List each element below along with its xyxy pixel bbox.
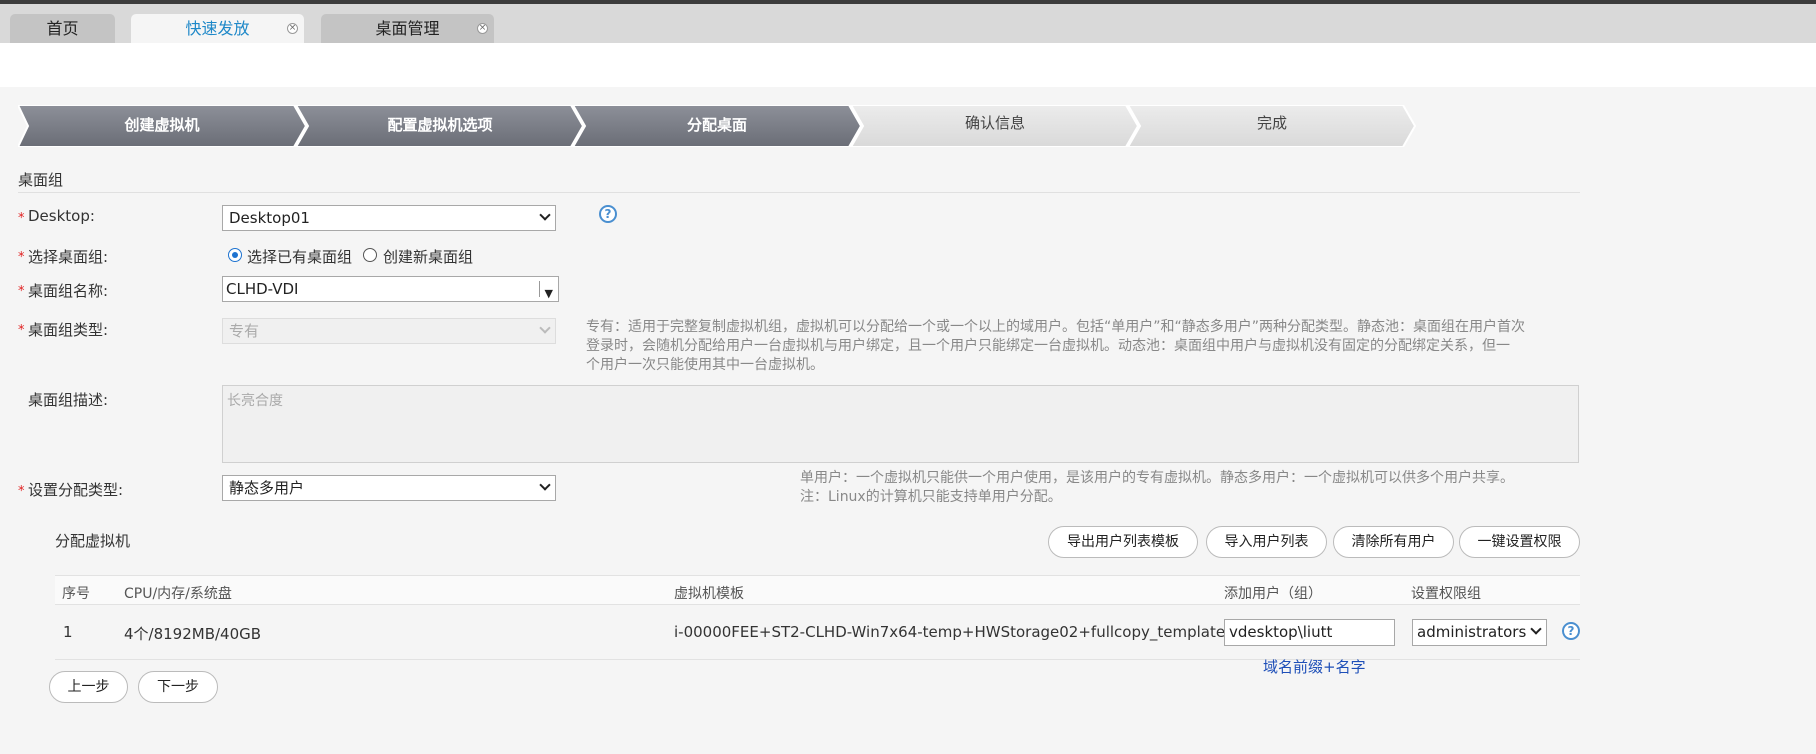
radio-new-group[interactable]: [363, 248, 377, 262]
tab-label: 快速发放: [185, 19, 250, 38]
radio-existing-group[interactable]: [228, 248, 242, 262]
step-assign-desktop: 分配桌面: [686, 116, 747, 134]
step-configure-vm: 配置虚拟机选项: [387, 116, 493, 134]
column-header-index: 序号: [62, 586, 90, 602]
group-type-hint: 专有：适用于完整复制虚拟机组，虚拟机可以分配给一个或一个以上的域用户。包括“单用…: [586, 318, 1586, 375]
help-icon[interactable]: ?: [599, 205, 617, 223]
prev-step-button[interactable]: 上一步: [49, 671, 128, 703]
assign-type-value: 静态多用户: [229, 479, 305, 497]
tab-quick-provision[interactable]: 快速发放 ×: [131, 14, 304, 43]
toolbar-area: [0, 43, 1816, 87]
group-desc-textarea: 长亮合度: [222, 385, 1579, 463]
hint-line: 注：Linux的计算机只能支持单用户分配。: [800, 489, 1062, 505]
permission-select-value: administrators: [1417, 623, 1527, 641]
required-mark: *: [18, 250, 25, 265]
radio-existing-label: 选择已有桌面组: [247, 248, 353, 266]
user-input-value: vdesktop\liutt: [1229, 623, 1333, 641]
tab-desktop-management[interactable]: 桌面管理 ×: [321, 14, 494, 43]
divider: [539, 281, 540, 297]
required-mark: *: [18, 211, 25, 226]
column-header-template: 虚拟机模板: [674, 586, 744, 602]
group-type-label: 桌面组类型:: [28, 321, 109, 339]
user-input[interactable]: vdesktop\liutt: [1224, 619, 1395, 646]
row-index: 1: [63, 623, 73, 641]
group-type-select: 专有: [222, 318, 556, 344]
group-choice-label: 选择桌面组:: [28, 248, 109, 266]
radio-new-label: 创建新桌面组: [383, 248, 474, 266]
chevron-down-icon: [539, 322, 551, 334]
group-name-combobox[interactable]: CLHD-VDI ▼: [222, 276, 559, 302]
hint-line: 单用户：一个虚拟机只能供一个用户使用，是该用户的专有虚拟机。静态多用户：一个虚拟…: [800, 470, 1514, 486]
required-mark: *: [18, 323, 25, 338]
assign-type-select[interactable]: 静态多用户: [222, 475, 556, 501]
chevron-down-icon: [539, 209, 551, 221]
group-name-label: 桌面组名称:: [28, 282, 109, 300]
assign-vm-title: 分配虚拟机: [55, 532, 131, 550]
step-create-vm: 创建虚拟机: [124, 116, 200, 134]
close-icon[interactable]: ×: [477, 23, 488, 34]
tab-label: 首页: [46, 19, 79, 38]
assign-type-hint: 单用户：一个虚拟机只能供一个用户使用，是该用户的专有虚拟机。静态多用户：一个虚拟…: [800, 469, 1590, 507]
user-format-note: 域名前缀+名字: [1263, 658, 1366, 676]
dropdown-triangle-icon[interactable]: ▼: [545, 282, 553, 306]
group-desc-label: 桌面组描述:: [28, 391, 109, 409]
chevron-down-icon: [539, 479, 551, 491]
divider: [18, 192, 1580, 193]
export-user-template-button[interactable]: 导出用户列表模板: [1048, 526, 1198, 558]
column-header-add-user: 添加用户（组）: [1224, 586, 1322, 602]
row-spec: 4个/8192MB/40GB: [124, 625, 262, 643]
next-step-button[interactable]: 下一步: [138, 671, 218, 703]
set-permissions-button[interactable]: 一键设置权限: [1459, 526, 1580, 558]
permission-select[interactable]: administrators: [1412, 619, 1547, 646]
group-desc-value: 长亮合度: [227, 393, 283, 409]
close-icon[interactable]: ×: [287, 23, 298, 34]
column-header-permission: 设置权限组: [1411, 586, 1481, 602]
group-name-value: CLHD-VDI: [226, 280, 299, 298]
hint-line: 专有：适用于完整复制虚拟机组，虚拟机可以分配给一个或一个以上的域用户。包括“单用…: [586, 319, 1526, 335]
desktop-select-value: Desktop01: [229, 209, 310, 227]
required-mark: *: [18, 284, 25, 299]
table-header: 序号 CPU/内存/系统盘 虚拟机模板 添加用户（组） 设置权限组: [55, 575, 1580, 605]
import-user-list-button[interactable]: 导入用户列表: [1206, 526, 1327, 558]
desktop-label: Desktop:: [28, 207, 95, 225]
chevron-down-icon: [1530, 623, 1542, 635]
tab-label: 桌面管理: [375, 19, 440, 38]
assign-type-label: 设置分配类型:: [28, 481, 124, 499]
clear-all-users-button[interactable]: 清除所有用户: [1333, 526, 1454, 558]
group-type-value: 专有: [229, 322, 260, 340]
step-confirm: 确认信息: [964, 114, 1025, 132]
step-finish: 完成: [1256, 114, 1287, 132]
column-header-spec: CPU/内存/系统盘: [124, 586, 232, 602]
help-icon[interactable]: ?: [1562, 622, 1580, 640]
tab-home[interactable]: 首页: [10, 14, 115, 43]
row-template: i-00000FEE+ST2-CLHD-Win7x64-temp+HWStora…: [674, 623, 1226, 641]
table-row: 1 4个/8192MB/40GB i-00000FEE+ST2-CLHD-Win…: [55, 605, 1580, 660]
section-title: 桌面组: [18, 171, 64, 189]
hint-line: 个用户一次只能使用其中一台虚拟机。: [586, 357, 824, 373]
required-mark: *: [18, 484, 25, 499]
tab-bar: 首页 快速发放 × 桌面管理 ×: [0, 4, 1816, 43]
desktop-select[interactable]: Desktop01: [222, 205, 556, 231]
hint-line: 登录时，会随机分配给用户一台虚拟机与用户绑定，且一个用户只能绑定一台虚拟机。动态…: [586, 338, 1510, 354]
